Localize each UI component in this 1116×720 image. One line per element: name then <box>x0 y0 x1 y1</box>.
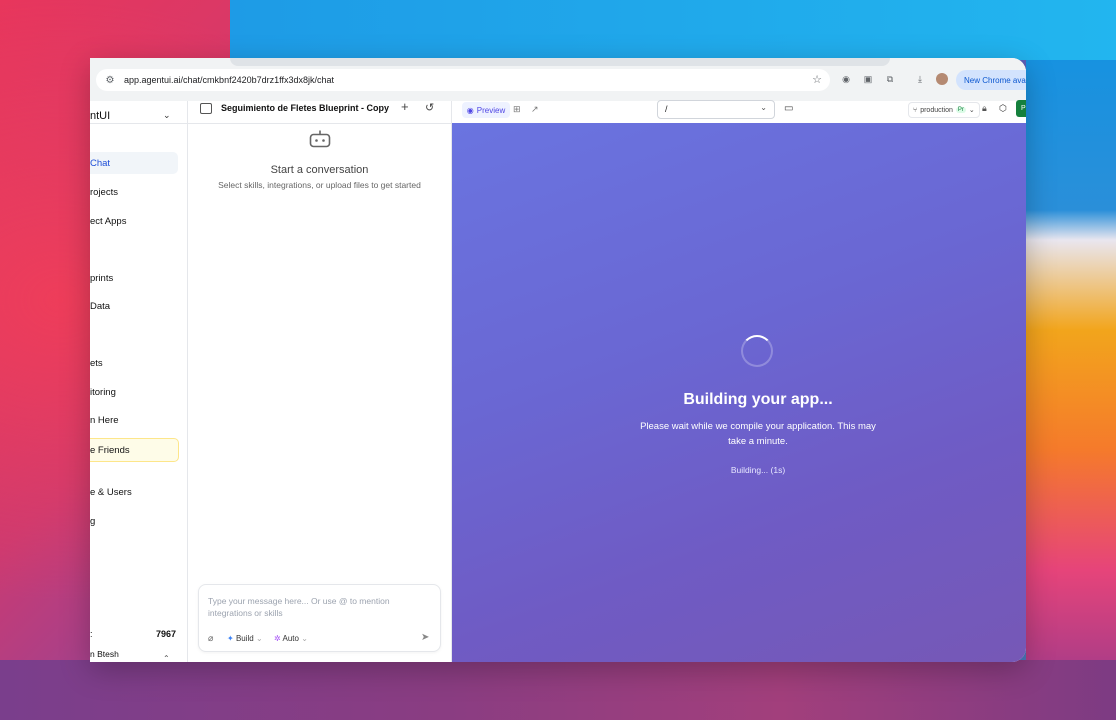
open-external-icon[interactable]: ↗ <box>531 104 539 115</box>
branch-icon: ⑂ <box>913 106 918 114</box>
browser-window: ⚙ app.agentui.ai/chat/cmkbnf2420b7drz1ff… <box>90 58 1026 662</box>
history-icon[interactable]: ↺ <box>425 101 434 114</box>
building-title: Building your app... <box>683 391 833 408</box>
sidebar-item-label: ect Apps <box>90 215 127 227</box>
publish-label: P <box>1021 105 1026 112</box>
building-subtitle: Please wait while we compile your applic… <box>640 421 876 447</box>
sidebar-item-blueprints[interactable]: prints <box>90 267 178 289</box>
url-text: app.agentui.ai/chat/cmkbnf2420b7drz1ffx3… <box>124 75 334 85</box>
user-name[interactable]: n Btesh <box>90 649 119 659</box>
chevron-down-icon: ⌄ <box>255 634 263 643</box>
new-chat-plus-icon[interactable]: + <box>401 99 409 114</box>
credits-row: : 7967 <box>90 629 176 639</box>
bookmark-star-icon[interactable]: ☆ <box>812 73 822 86</box>
puzzle-icon[interactable]: ⧉ <box>884 73 896 85</box>
tab-preview-label: Preview <box>476 105 506 115</box>
new-chrome-available-button[interactable]: New Chrome avai <box>956 70 1026 90</box>
profile-avatar[interactable] <box>936 73 948 85</box>
download-icon[interactable]: ⤓ <box>914 73 926 85</box>
tab-preview[interactable]: ◉ Preview <box>462 102 510 118</box>
building-status: Building... (1s) <box>730 465 786 475</box>
empty-state-subtitle: Select skills, integrations, or upload f… <box>218 180 421 190</box>
route-select[interactable]: / ⌄ <box>657 100 775 119</box>
extension-icon[interactable]: ◉ <box>840 73 852 85</box>
chevron-up-icon[interactable]: ⌃ <box>163 654 170 662</box>
sidebar-item-label: Data <box>90 300 111 312</box>
chevron-down-icon: ⌄ <box>760 103 767 112</box>
wallpaper-bottom <box>0 660 1116 720</box>
sidebar-item-monitoring[interactable]: itoring <box>90 381 178 403</box>
message-input-placeholder[interactable]: Type your message here... Or use @ to me… <box>208 595 408 619</box>
sidebar-item-label: itoring <box>90 386 116 398</box>
sidebar-item-connect-apps[interactable]: ect Apps <box>90 210 178 232</box>
sidebar-item-assets[interactable]: ets <box>90 352 178 374</box>
code-grid-icon[interactable]: ⊞ <box>513 104 521 115</box>
empty-state-title: Start a conversation <box>270 164 369 176</box>
project-title: Seguimiento de Fletes Blueprint - Copy <box>221 103 390 113</box>
model-select[interactable]: ✲ Auto ⌄ <box>274 634 308 643</box>
message-composer[interactable]: Type your message here... Or use @ to me… <box>198 584 441 652</box>
extension-p-icon[interactable]: ▣ <box>862 73 874 85</box>
workspace-name[interactable]: ntUI <box>90 110 110 122</box>
chrome-toolbar: ⚙ app.agentui.ai/chat/cmkbnf2420b7drz1ff… <box>90 58 1026 101</box>
sidebar-item-workspace-users[interactable]: e & Users <box>90 481 178 503</box>
sidebar-item-label: n Here <box>90 414 119 426</box>
sidebar-item-invite-friends[interactable]: e Friends <box>90 438 179 462</box>
cube-icon[interactable]: ⬡ <box>999 103 1007 114</box>
environment-label: production <box>920 106 953 114</box>
sidebar-item-label: ets <box>90 357 103 369</box>
environment-select[interactable]: ⑂ production Pr ⌄ <box>908 102 980 118</box>
tab-strip <box>230 58 890 66</box>
publish-button[interactable]: P <box>1016 100 1026 117</box>
chevron-down-icon: ⌄ <box>968 107 975 114</box>
address-bar[interactable]: ⚙ app.agentui.ai/chat/cmkbnf2420b7drz1ff… <box>96 69 830 91</box>
credits-value: 7967 <box>155 629 176 639</box>
chat-panel: Start a conversation Select skills, inte… <box>188 124 451 662</box>
sidebar-item-label: Chat <box>90 157 111 169</box>
environment-pill: Pr <box>955 107 966 113</box>
bot-icon <box>309 130 331 148</box>
chevron-down-icon[interactable]: ⌄ <box>163 110 171 121</box>
route-value: / <box>665 104 668 114</box>
loading-spinner-icon <box>741 335 773 367</box>
sidebar: Chat rojects ect Apps prints Data ets it… <box>90 124 187 662</box>
sidebar-item-billing[interactable]: g <box>90 510 178 532</box>
eye-icon: ◉ <box>466 105 474 115</box>
preview-panel: Building your app... Please wait while w… <box>452 123 1026 662</box>
wallpaper-top <box>230 0 1116 60</box>
model-label: Auto <box>282 634 299 643</box>
sidebar-item-label: rojects <box>90 186 118 198</box>
lock-icon[interactable]: 🔒︎ <box>982 103 987 114</box>
chevron-down-icon: ⌄ <box>301 634 308 643</box>
sidebar-item-label: prints <box>90 272 114 284</box>
paperclip-icon[interactable]: ⌀ <box>208 633 213 644</box>
wallpaper-right <box>1026 60 1116 660</box>
sidebar-item-data[interactable]: Data <box>90 295 178 317</box>
credits-icon: : <box>90 629 93 639</box>
sidebar-item-chat[interactable]: Chat <box>90 152 178 174</box>
new-chrome-label: New Chrome avai <box>964 75 1026 85</box>
send-icon[interactable]: ➤ <box>421 632 429 643</box>
sidebar-item-label: g <box>90 515 96 527</box>
sidebar-toggle-icon[interactable] <box>200 103 212 114</box>
sidebar-item-label: e & Users <box>90 486 132 498</box>
site-settings-icon[interactable]: ⚙ <box>102 72 118 88</box>
build-mode-select[interactable]: ✦ Build ⌄ <box>227 634 263 643</box>
sidebar-item-label: e Friends <box>90 444 130 456</box>
spark-icon: ✲ <box>274 634 281 643</box>
monitor-icon[interactable]: ▭ <box>784 103 793 114</box>
sparkle-icon: ✦ <box>227 634 234 643</box>
build-mode-label: Build <box>235 634 254 643</box>
sidebar-item-begin-here[interactable]: n Here <box>90 409 178 431</box>
sidebar-item-projects[interactable]: rojects <box>90 181 178 203</box>
